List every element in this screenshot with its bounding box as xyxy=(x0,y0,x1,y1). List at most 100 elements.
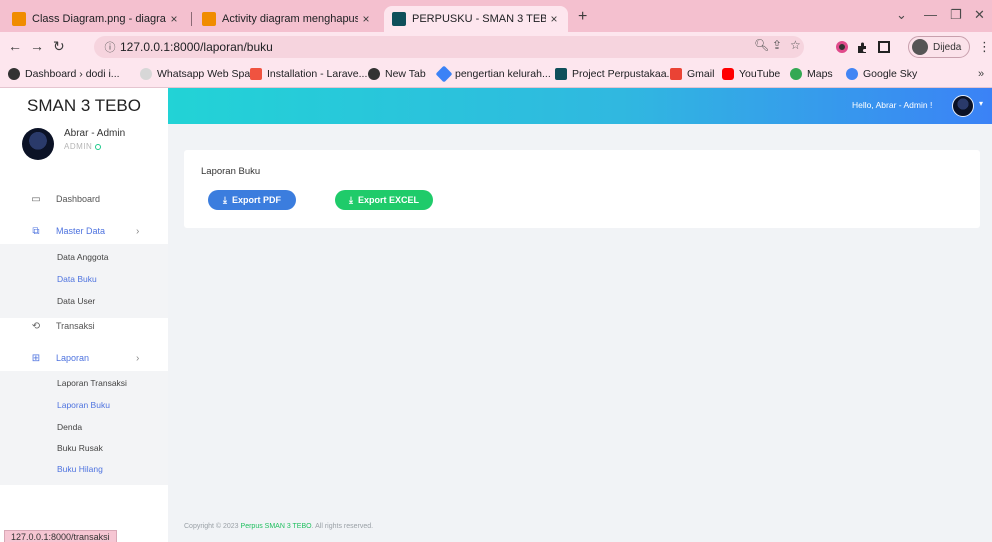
restore-window-icon[interactable]: ❐ xyxy=(950,7,962,23)
bookmark-label: pengertian kelurah... xyxy=(455,68,551,80)
side-panel-icon[interactable] xyxy=(878,41,890,53)
new-tab-button[interactable]: + xyxy=(578,8,587,26)
browser-tab-class-diagram[interactable]: Class Diagram.png - diagrams.ne × xyxy=(4,6,188,32)
profile-label: Dijeda xyxy=(933,41,962,53)
bookmark-label: YouTube xyxy=(739,68,781,80)
bookmark-whatsapp[interactable]: Whatsapp Web Spa... xyxy=(140,68,259,80)
back-arrow-icon[interactable]: ← xyxy=(8,38,22,54)
screen: Class Diagram.png - diagrams.ne × Activi… xyxy=(0,0,992,542)
sidebar-item-dashboard[interactable]: ▭ Dashboard xyxy=(0,188,168,210)
browser-tab-perpusku[interactable]: PERPUSKU - SMAN 3 TEBO × xyxy=(384,6,568,32)
download-icon: ⤓ xyxy=(349,194,353,205)
user-panel: Abrar - Admin ADMIN xyxy=(22,128,125,160)
footer-suffix: . All rights reserved. xyxy=(311,523,374,530)
tab-divider xyxy=(191,12,192,26)
close-window-icon[interactable]: ✕ xyxy=(974,7,985,23)
browser-tab-activity-diagram[interactable]: Activity diagram menghapus dat × xyxy=(194,6,380,32)
maps-pin-icon xyxy=(790,68,802,80)
bookmark-label: Maps xyxy=(807,68,833,80)
forward-arrow-icon[interactable]: → xyxy=(30,38,44,54)
bookmark-label: Dashboard › dodi i... xyxy=(25,68,120,80)
bookmark-laravel[interactable]: Installation - Larave... xyxy=(250,68,367,80)
youtube-icon xyxy=(722,68,734,80)
sidebar-subitem-data-anggota[interactable]: Data Anggota xyxy=(57,252,109,262)
tab-title: Class Diagram.png - diagrams.ne xyxy=(32,13,166,25)
bookmark-dashboard[interactable]: Dashboard › dodi i... xyxy=(8,68,120,80)
user-role: ADMIN xyxy=(64,142,125,151)
tab-search-chevron-icon[interactable]: ⌄ xyxy=(896,7,907,23)
extension-icon[interactable] xyxy=(836,41,848,53)
report-card xyxy=(184,150,980,228)
bookmarks-bar: Dashboard › dodi i... Whatsapp Web Spa..… xyxy=(0,62,992,88)
caret-down-icon[interactable]: ▾ xyxy=(979,99,983,108)
online-status-icon xyxy=(95,143,102,150)
download-icon: ⤓ xyxy=(223,194,227,205)
card-title: Laporan Buku xyxy=(201,166,261,177)
perpusku-favicon-icon xyxy=(392,12,406,26)
sidebar-subitem-data-user[interactable]: Data User xyxy=(57,296,95,306)
bookmark-label: Whatsapp Web Spa... xyxy=(157,68,259,80)
sidebar-item-label: Transaksi xyxy=(56,321,95,331)
gmail-icon xyxy=(670,68,682,80)
sidebar-item-label: Master Data xyxy=(56,226,106,236)
laravel-icon xyxy=(250,68,262,80)
sidebar-subitem-data-buku[interactable]: Data Buku xyxy=(57,274,97,284)
sidebar-subitem-buku-rusak[interactable]: Buku Rusak xyxy=(57,443,103,453)
bookmark-gmail[interactable]: Gmail xyxy=(670,68,714,80)
footer: Copyright © 2023 Perpus SMAN 3 TEBO. All… xyxy=(184,523,373,530)
bookmark-label: Google Sky xyxy=(863,68,918,80)
sidebar-subitem-laporan-buku[interactable]: Laporan Buku xyxy=(57,400,110,410)
sidebar-item-master-data[interactable]: ⧉ Master Data › xyxy=(0,220,168,242)
close-tab-icon[interactable]: × xyxy=(546,12,562,26)
extensions-puzzle-icon[interactable] xyxy=(856,41,868,53)
bookmark-star-icon[interactable]: ☆ xyxy=(790,38,801,52)
browser-menu-icon[interactable]: ⋮ xyxy=(978,39,991,55)
chevron-right-icon: › xyxy=(136,225,140,237)
bookmark-youtube[interactable]: YouTube xyxy=(722,68,780,80)
minimize-window-icon[interactable]: — xyxy=(924,7,937,22)
brand-title[interactable]: SMAN 3 TEBO xyxy=(0,88,168,124)
close-tab-icon[interactable]: × xyxy=(358,12,374,26)
sidebar-subitem-denda[interactable]: Denda xyxy=(57,422,82,432)
sidebar: SMAN 3 TEBO Abrar - Admin ADMIN ▭ Dashbo… xyxy=(0,88,168,542)
bookmark-google-sky[interactable]: Google Sky xyxy=(846,68,917,80)
bookmark-project-perpustakaan[interactable]: Project Perpustakaa... xyxy=(555,68,675,80)
google-icon xyxy=(846,68,858,80)
topbar-avatar[interactable] xyxy=(952,95,974,117)
more-bookmarks-icon[interactable]: » xyxy=(978,68,984,80)
chevron-right-icon: › xyxy=(136,352,140,364)
button-label: Export EXCEL xyxy=(357,195,419,205)
bookmark-label: Project Perpustakaa... xyxy=(572,68,676,80)
drawio-favicon-icon xyxy=(12,12,26,26)
bookmark-maps[interactable]: Maps xyxy=(790,68,833,80)
sidebar-item-label: Laporan xyxy=(56,353,90,363)
close-tab-icon[interactable]: × xyxy=(166,12,182,26)
bookmark-label: New Tab xyxy=(385,68,426,80)
whatsapp-icon xyxy=(140,68,152,80)
user-greeting[interactable]: Hello, Abrar - Admin ! xyxy=(852,100,932,110)
export-pdf-button[interactable]: ⤓ Export PDF xyxy=(208,190,296,210)
globe-icon xyxy=(368,68,380,80)
reload-icon[interactable]: ↻ xyxy=(53,38,65,55)
bookmark-new-tab[interactable]: New Tab xyxy=(368,68,426,80)
globe-icon xyxy=(8,68,20,80)
address-bar[interactable]: ⓘ 127.0.0.1:8000/laporan/buku xyxy=(94,36,804,58)
tab-title: Activity diagram menghapus dat xyxy=(222,13,358,25)
site-info-icon[interactable]: ⓘ xyxy=(100,39,120,55)
export-excel-button[interactable]: ⤓ Export EXCEL xyxy=(335,190,433,210)
sidebar-item-transaksi[interactable]: ⟲ Transaksi xyxy=(0,315,168,337)
user-role-label: ADMIN xyxy=(64,142,93,151)
user-name: Abrar - Admin xyxy=(64,128,126,139)
table-icon: ⊞ xyxy=(31,352,41,364)
profile-button[interactable]: Dijeda xyxy=(908,36,970,58)
share-icon[interactable]: ⇪ xyxy=(772,38,782,52)
browser-tabstrip: Class Diagram.png - diagrams.ne × Activi… xyxy=(0,0,992,32)
diamond-icon xyxy=(435,65,453,83)
browser-toolbar: ← → ↻ ⓘ 127.0.0.1:8000/laporan/buku 🔍︎ ⇪… xyxy=(0,32,992,62)
sidebar-item-laporan[interactable]: ⊞ Laporan › xyxy=(0,347,168,369)
sidebar-subitem-buku-hilang[interactable]: Buku Hilang xyxy=(57,464,103,474)
sidebar-subitem-laporan-transaksi[interactable]: Laporan Transaksi xyxy=(57,378,127,388)
zoom-icon[interactable]: 🔍︎ xyxy=(754,38,769,52)
footer-brand-link[interactable]: Perpus SMAN 3 TEBO xyxy=(241,523,312,530)
bookmark-pengertian[interactable]: pengertian kelurah... xyxy=(435,65,551,83)
